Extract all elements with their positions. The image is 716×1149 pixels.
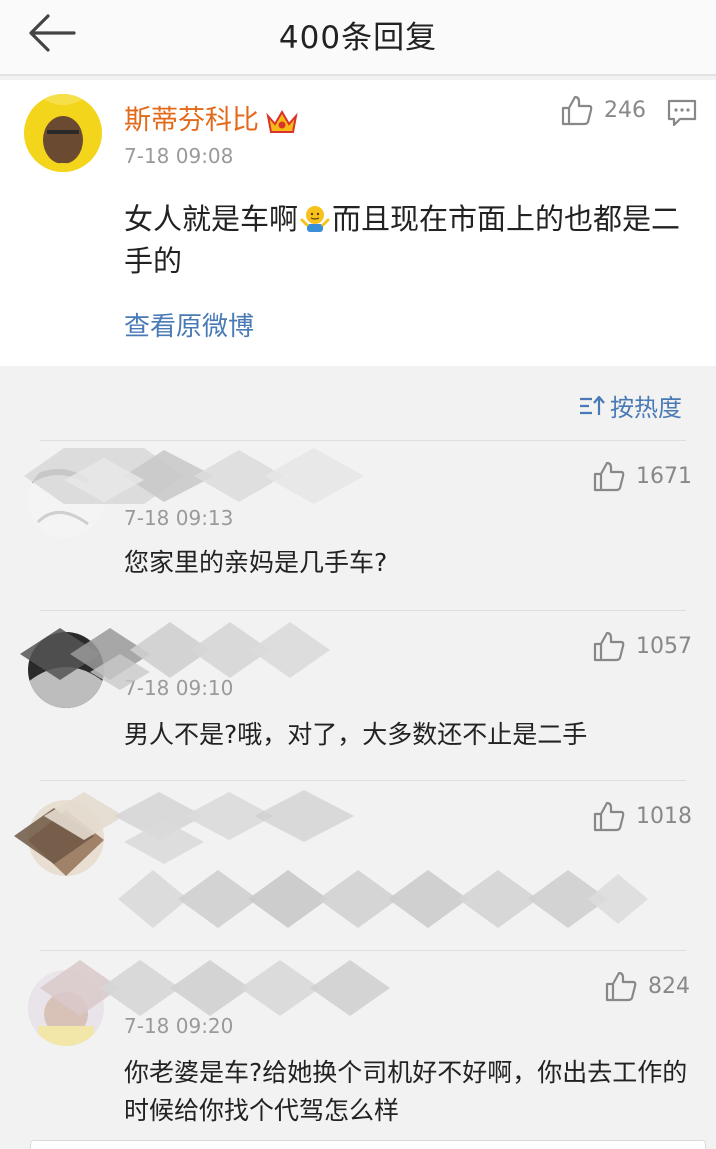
page-title: 400条回复 bbox=[278, 20, 438, 56]
like-count: 1057 bbox=[636, 633, 692, 659]
timestamp: 7-18 09:10 bbox=[124, 676, 234, 700]
sort-label: 按热度 bbox=[610, 394, 682, 422]
like-count: 246 bbox=[604, 97, 646, 123]
original-comment: 斯蒂芬科比 7-18 09:08 246 女人就是车啊 而且现在市面上的也都是二… bbox=[0, 80, 716, 366]
timestamp: 7-18 09:13 bbox=[124, 506, 234, 530]
like-button[interactable]: 246 bbox=[560, 94, 646, 126]
avatar[interactable] bbox=[28, 970, 104, 1046]
thumb-up-icon bbox=[593, 631, 625, 662]
like-count: 1671 bbox=[636, 463, 692, 489]
divider bbox=[40, 610, 686, 611]
divider bbox=[40, 780, 686, 781]
like-button[interactable]: 1671 bbox=[592, 460, 692, 492]
thumb-up-icon bbox=[593, 801, 625, 832]
like-button[interactable]: 1018 bbox=[592, 800, 692, 832]
thumb-up-icon bbox=[561, 95, 593, 126]
avatar[interactable] bbox=[24, 94, 102, 172]
divider bbox=[40, 950, 686, 951]
list-item: 7-18 09:10 1057 男人不是?哦，对了，大多数还不止是二手 bbox=[0, 610, 716, 780]
like-button[interactable]: 824 bbox=[604, 970, 690, 1002]
avatar[interactable] bbox=[28, 632, 104, 708]
privacy-mosaic bbox=[118, 870, 648, 928]
avatar[interactable] bbox=[28, 462, 104, 538]
username[interactable]: 斯蒂芬科比 bbox=[124, 98, 299, 137]
thumb-up-icon bbox=[593, 461, 625, 492]
shrug-emoji-icon bbox=[300, 206, 330, 232]
list-item: 7-18 09:20 824 你老婆是车?给她换个司机好不好啊，你出去工作的时候… bbox=[0, 950, 716, 1140]
comment-text: 您家里的亲妈是几手车? bbox=[124, 548, 388, 577]
like-count: 824 bbox=[648, 973, 690, 999]
thumb-up-icon bbox=[605, 971, 637, 1002]
view-original-link[interactable]: 查看原微博 bbox=[124, 306, 254, 343]
timestamp: 7-18 09:20 bbox=[124, 1014, 234, 1038]
comment-text: 男人不是?哦，对了，大多数还不止是二手 bbox=[124, 720, 588, 749]
like-count: 1018 bbox=[636, 803, 692, 829]
top-bar: 400条回复 bbox=[0, 0, 716, 76]
timestamp: 7-18 09:08 bbox=[124, 144, 234, 168]
comment-text: 女人就是车啊 而且现在市面上的也都是二手的 bbox=[124, 202, 681, 278]
avatar[interactable] bbox=[28, 800, 104, 876]
comment-text: 你老婆是车?给她换个司机好不好啊，你出去工作的时候给你找个代驾怎么样 bbox=[124, 1058, 688, 1125]
list-item: 7-18 09:13 1671 您家里的亲妈是几手车? bbox=[0, 440, 716, 610]
divider bbox=[40, 440, 686, 441]
like-button[interactable]: 1057 bbox=[592, 630, 692, 662]
sort-button[interactable]: 按热度 bbox=[578, 388, 682, 423]
comment-bubble-icon[interactable] bbox=[666, 98, 698, 128]
list-item: 1018 bbox=[0, 780, 716, 950]
sort-icon bbox=[580, 395, 605, 415]
crown-icon bbox=[266, 109, 298, 133]
